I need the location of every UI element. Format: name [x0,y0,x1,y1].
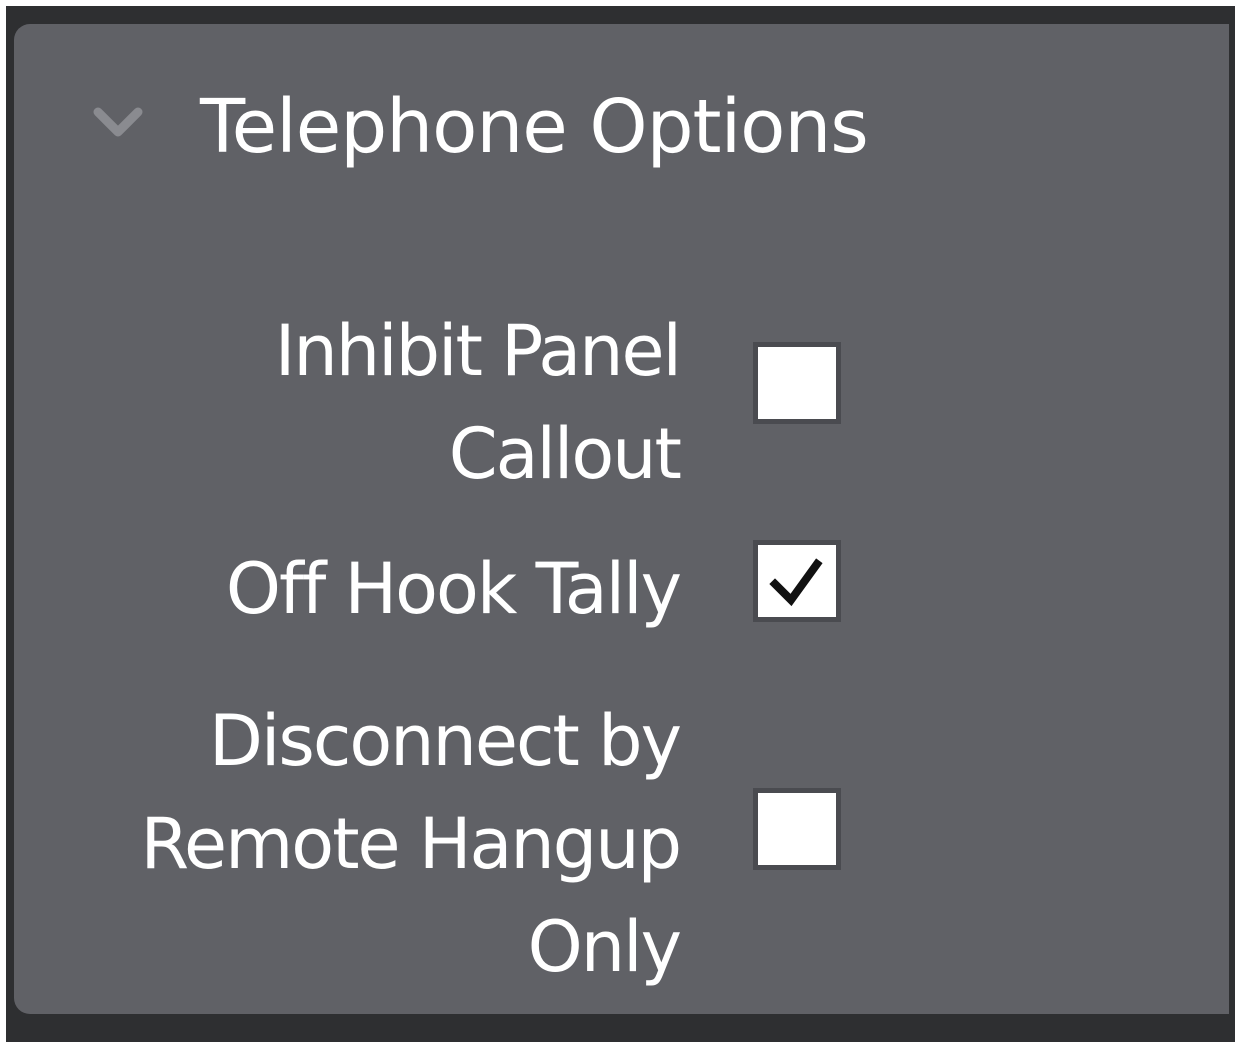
label-line: Only [527,906,682,988]
telephone-options-panel: Telephone Options Inhibit Panel Callout … [14,24,1229,1014]
chevron-down-icon[interactable] [90,102,146,142]
label-line: Callout [448,413,682,495]
checkmark-icon [769,558,823,607]
label-line: Inhibit Panel [274,310,682,392]
checkbox-inhibit-panel-callout[interactable] [753,342,841,424]
option-label-off-hook-tally: Off Hook Tally [40,538,682,641]
section-title: Telephone Options [200,84,869,170]
section-header[interactable]: Telephone Options [14,24,1229,224]
option-label-inhibit-panel-callout: Inhibit Panel Callout [40,300,682,506]
checkbox-off-hook-tally[interactable] [753,540,841,622]
option-label-disconnect-by-remote-hangup-only: Disconnect by Remote Hangup Only [40,690,682,999]
label-line: Disconnect by [209,700,682,782]
checkbox-disconnect-by-remote-hangup-only[interactable] [753,788,841,870]
label-line: Remote Hangup [140,803,682,885]
label-line: Off Hook Tally [225,548,682,630]
